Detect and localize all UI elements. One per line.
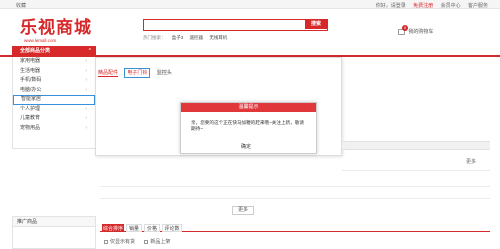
site-logo[interactable]: 乐视商城 www.lemall.com: [20, 13, 92, 43]
cart-count-badge: 0: [402, 24, 408, 31]
section-header: [342, 141, 490, 150]
in-stock-filter[interactable]: 仅显示有货: [104, 239, 135, 245]
hot-item[interactable]: 遥控器: [190, 35, 204, 40]
subcategory-links: 精品配件 电子门铃 监控头: [98, 68, 177, 78]
category-header-label: 全部商品分类: [20, 48, 51, 54]
row-divider: [342, 170, 490, 171]
subcategory-link[interactable]: 精品配件: [98, 70, 119, 77]
category-item[interactable]: 生活电器 ›: [13, 67, 95, 77]
top-bar: 收藏 你好，请登录 免费注册 会员中心 客户服务: [0, 0, 500, 9]
cart-label: 我的购物车: [408, 29, 434, 35]
category-item[interactable]: 个人护理 ›: [13, 105, 95, 115]
category-label: 智能家居: [21, 96, 42, 102]
subcategory-link-active[interactable]: 电子门铃: [124, 68, 151, 78]
filter-options: 仅显示有货 新品上架: [104, 238, 178, 245]
search-button[interactable]: 搜索: [305, 20, 327, 29]
category-item[interactable]: 家用电器 ›: [13, 57, 95, 67]
logo-text: 乐视商城: [20, 18, 92, 37]
dialog-title: 温馨提示: [181, 103, 316, 112]
subcategory-link[interactable]: 监控头: [157, 70, 172, 76]
checkbox[interactable]: [144, 239, 149, 244]
confirm-button[interactable]: 确定: [241, 143, 251, 150]
category-item[interactable]: 电脑/办公 ›: [13, 86, 95, 96]
chevron-right-icon: ›: [85, 58, 87, 64]
row-divider: [100, 198, 490, 199]
chevron-right-icon: ›: [85, 115, 87, 121]
hot-searches: 热门搜索： 盒子3 遥控器 无线耳机: [143, 35, 232, 41]
search-box: 搜索: [143, 19, 328, 31]
sort-reviews-button[interactable]: 评论数: [162, 224, 182, 232]
sort-default-button[interactable]: 综合排序: [102, 224, 124, 232]
category-item[interactable]: 手机/数码 ›: [13, 76, 95, 86]
top-links: 你好，请登录 免费注册 会员中心 客户服务: [370, 2, 488, 9]
promo-panel: 推广商品: [12, 216, 96, 249]
category-label: 电脑/办公: [20, 86, 42, 93]
notice-dialog: 温馨提示 亲，您要的这个正在快马加鞭的赶来哦~关注上新，敬请期待~ 确定: [180, 102, 317, 154]
row-divider: [100, 186, 490, 187]
category-label: 宠物用品: [20, 124, 41, 131]
header: 乐视商城 www.lemall.com 搜索 热门搜索： 盒子3 遥控器 无线耳…: [0, 9, 500, 43]
search-input[interactable]: [144, 20, 305, 29]
filter-label: 新品上架: [150, 239, 171, 245]
dialog-message: 亲，您要的这个正在快马加鞭的赶来哦~关注上新，敬请期待~: [191, 120, 304, 131]
sort-bar: 综合排序 销量 价格 评论数: [100, 222, 490, 232]
category-label: 家用电器: [20, 58, 41, 64]
category-header[interactable]: 全部商品分类 ⌃: [12, 46, 96, 57]
chevron-right-icon: ›: [85, 67, 87, 74]
favorite-link[interactable]: 收藏: [16, 2, 26, 9]
chevron-right-icon: ›: [85, 77, 87, 83]
new-arrivals-filter[interactable]: 新品上架: [144, 239, 170, 245]
cart-button[interactable]: 0 我的购物车: [398, 24, 434, 35]
load-more-button[interactable]: 更多: [232, 206, 254, 215]
hot-item[interactable]: 无线耳机: [209, 35, 227, 40]
chevron-right-icon: ›: [85, 86, 87, 93]
category-item[interactable]: 宠物用品 ›: [13, 124, 95, 134]
sort-price-button[interactable]: 价格: [144, 224, 160, 232]
category-label: 手机/数码: [20, 77, 42, 83]
category-label: 个人护理: [20, 105, 41, 112]
category-item-active[interactable]: 智能家居: [13, 95, 95, 105]
hot-item[interactable]: 盒子3: [172, 35, 184, 40]
category-label: 儿童教育: [20, 115, 41, 121]
logo-url: www.lemall.com: [24, 38, 57, 43]
checkbox[interactable]: [104, 239, 108, 244]
chevron-right-icon: ›: [85, 105, 87, 112]
sort-sales-button[interactable]: 销量: [126, 224, 142, 232]
filter-label: 仅显示有货: [110, 239, 136, 245]
chevron-right-icon: ›: [85, 124, 87, 131]
promo-title: 推广商品: [13, 217, 95, 227]
hot-label: 热门搜索：: [143, 35, 166, 40]
category-list: 家用电器 › 生活电器 › 手机/数码 › 电脑/办公 › 智能家居 个人护理 › 儿童教…: [12, 57, 96, 149]
chevron-up-icon: ⌃: [87, 48, 92, 54]
category-item[interactable]: 儿童教育 ›: [13, 114, 95, 124]
category-label: 生活电器: [20, 67, 41, 74]
more-link[interactable]: 更多: [466, 158, 476, 165]
cart-icon: 0: [398, 24, 408, 35]
